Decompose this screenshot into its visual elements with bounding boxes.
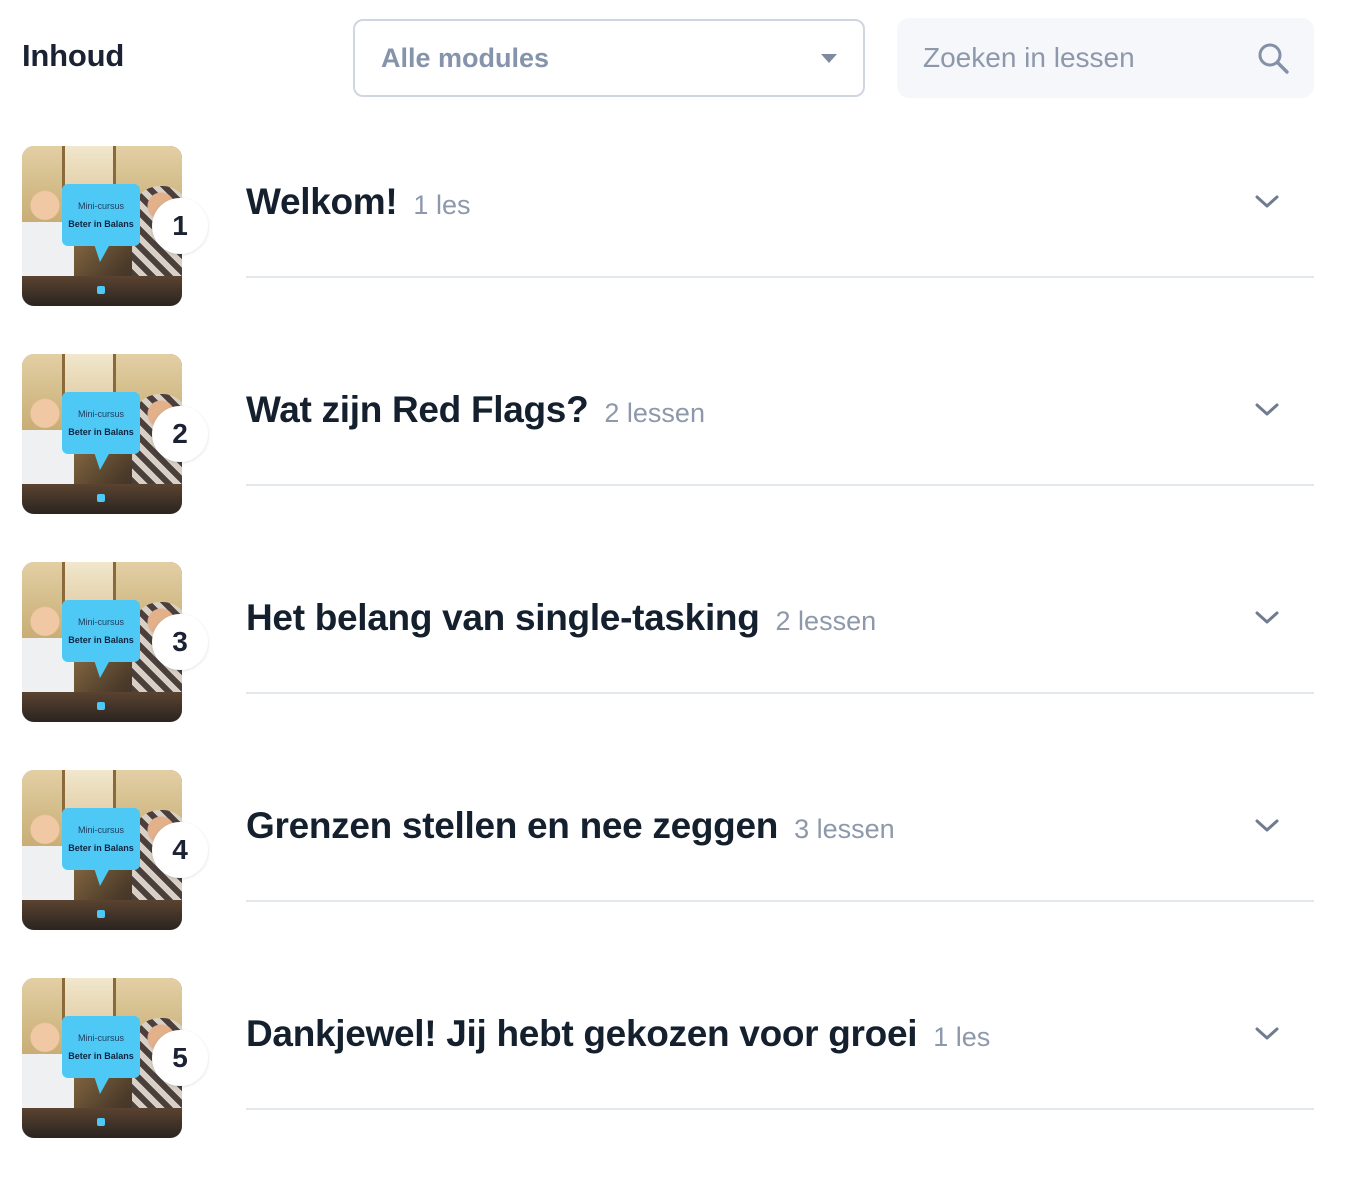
page-title: Inhoud	[22, 38, 125, 73]
module-number-badge: 1	[152, 198, 208, 254]
search-field[interactable]	[897, 18, 1314, 98]
module-item-1: Mini-cursus Beter in Balans 1 Welkom! 1 …	[22, 146, 1314, 306]
logo-icon	[97, 286, 105, 294]
chevron-down-icon[interactable]	[1254, 402, 1280, 418]
search-input[interactable]	[923, 42, 1243, 74]
module-item-2: Mini-cursus Beter in Balans 2 Wat zijn R…	[22, 354, 1314, 514]
module-item-5: Mini-cursus Beter in Balans 5 Dankjewel!…	[22, 978, 1314, 1138]
speech-bubble-label: Mini-cursus Beter in Balans	[62, 808, 140, 886]
module-header-toggle[interactable]: Wat zijn Red Flags? 2 lessen	[246, 354, 1314, 486]
module-title: Wat zijn Red Flags?	[246, 389, 589, 430]
lesson-count: 2 lessen	[604, 398, 705, 428]
course-content-page: Inhoud Alle modules Mini-cursus Beter in…	[0, 0, 1352, 1178]
lesson-count: 2 lessen	[775, 606, 877, 636]
module-title: Dankjewel! Jij hebt gekozen voor groei	[246, 1013, 918, 1054]
module-filter-selected: Alle modules	[381, 42, 550, 73]
module-title: Grenzen stellen en nee zeggen	[246, 805, 779, 846]
lesson-count: 3 lessen	[794, 814, 895, 844]
speech-bubble-label: Mini-cursus Beter in Balans	[62, 184, 140, 262]
module-number-badge: 2	[152, 406, 208, 462]
chevron-down-icon[interactable]	[1254, 1026, 1280, 1042]
module-filter-dropdown[interactable]: Alle modules	[353, 19, 865, 97]
chevron-down-icon[interactable]	[1254, 194, 1280, 210]
chevron-down-icon[interactable]	[1254, 610, 1280, 626]
caret-down-icon	[821, 53, 837, 63]
module-title: Het belang van single-tasking	[246, 597, 760, 638]
lesson-count: 1 les	[933, 1022, 991, 1052]
module-header-toggle[interactable]: Het belang van single-tasking 2 lessen	[246, 562, 1314, 694]
module-number-badge: 5	[152, 1030, 208, 1086]
search-icon[interactable]	[1256, 41, 1290, 75]
chevron-down-icon[interactable]	[1254, 818, 1280, 834]
module-number-badge: 3	[152, 614, 208, 670]
logo-icon	[97, 494, 105, 502]
speech-bubble-label: Mini-cursus Beter in Balans	[62, 600, 140, 678]
module-item-3: Mini-cursus Beter in Balans 3 Het belang…	[22, 562, 1314, 722]
module-number-badge: 4	[152, 822, 208, 878]
module-header-toggle[interactable]: Welkom! 1 les	[246, 146, 1314, 278]
module-item-4: Mini-cursus Beter in Balans 4 Grenzen st…	[22, 770, 1314, 930]
logo-icon	[97, 702, 105, 710]
logo-icon	[97, 910, 105, 918]
lesson-count: 1 les	[413, 190, 471, 220]
module-header-toggle[interactable]: Dankjewel! Jij hebt gekozen voor groei 1…	[246, 978, 1314, 1110]
logo-icon	[97, 1118, 105, 1126]
speech-bubble-label: Mini-cursus Beter in Balans	[62, 1016, 140, 1094]
module-header-toggle[interactable]: Grenzen stellen en nee zeggen 3 lessen	[246, 770, 1314, 902]
speech-bubble-label: Mini-cursus Beter in Balans	[62, 392, 140, 470]
module-title: Welkom!	[246, 181, 398, 222]
